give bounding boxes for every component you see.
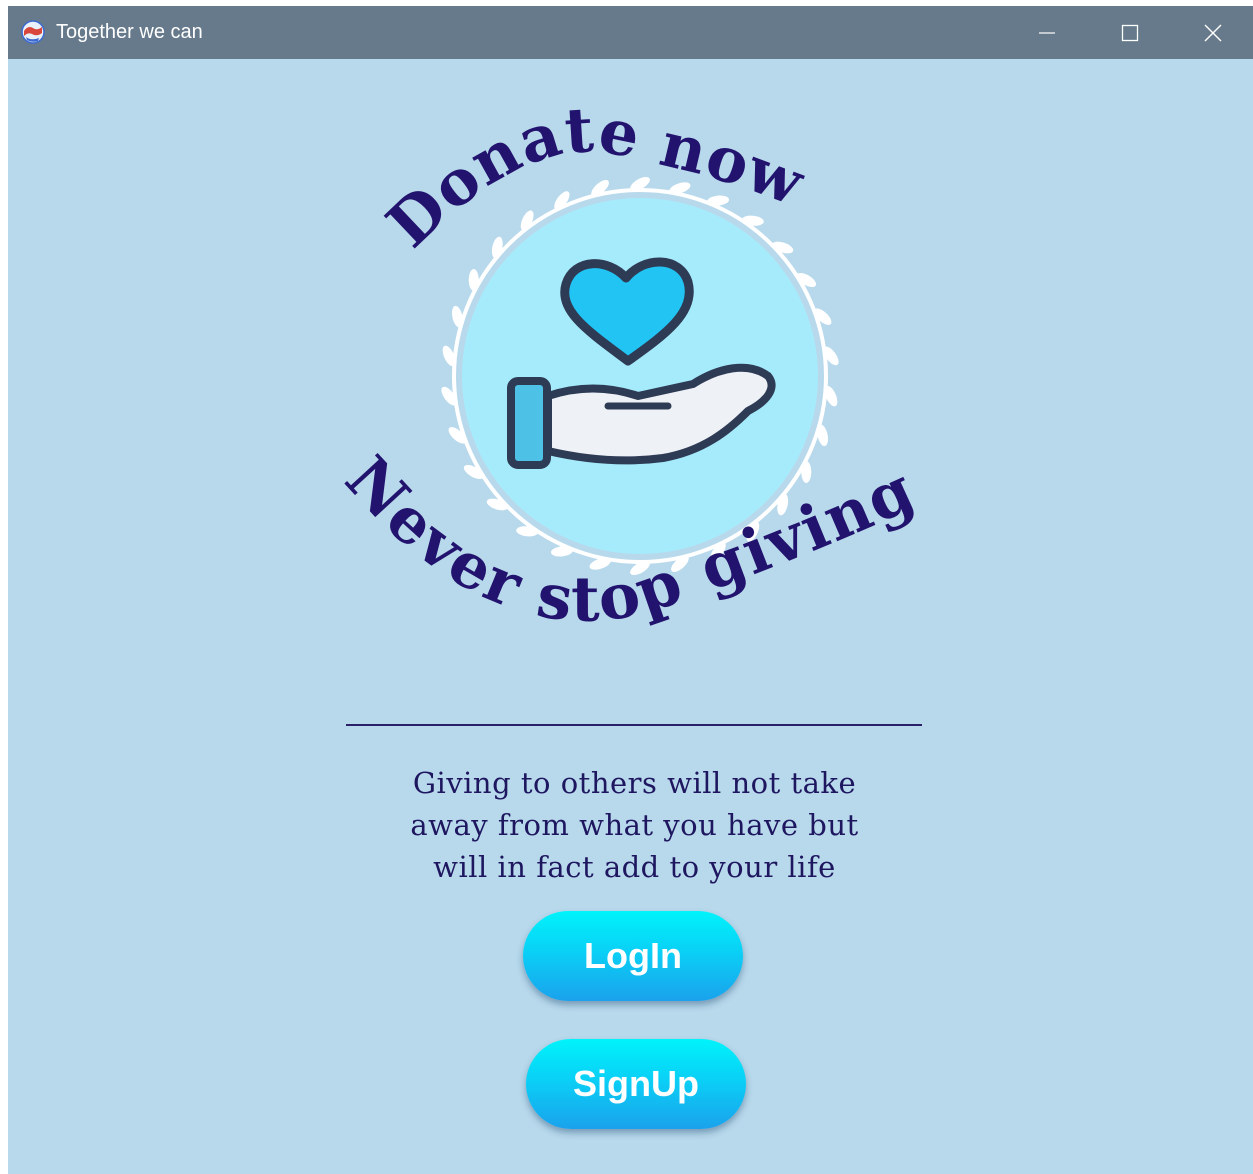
app-window: Together we can Donate now Never stop gi… bbox=[8, 6, 1253, 1174]
minimize-icon bbox=[1039, 31, 1055, 34]
maximize-button[interactable] bbox=[1088, 6, 1172, 59]
minimize-button[interactable] bbox=[1005, 6, 1089, 59]
quote-line: away from what you have but bbox=[410, 808, 859, 842]
donate-logo: Donate now Never stop giving bbox=[331, 106, 924, 636]
login-button[interactable]: LogIn bbox=[523, 911, 743, 1001]
quote-line: Giving to others will not take bbox=[412, 766, 857, 800]
quote-text: Giving to others will not take away from… bbox=[308, 762, 961, 888]
close-icon bbox=[1204, 24, 1222, 41]
signup-button[interactable]: SignUp bbox=[526, 1039, 746, 1129]
app-globe-icon bbox=[21, 20, 45, 44]
divider-line bbox=[346, 724, 922, 726]
title-bar[interactable]: Together we can bbox=[8, 6, 1253, 59]
close-button[interactable] bbox=[1171, 6, 1253, 59]
window-title: Together we can bbox=[56, 21, 203, 43]
maximize-icon bbox=[1121, 24, 1139, 41]
quote-line: will in fact add to your life bbox=[433, 850, 836, 884]
